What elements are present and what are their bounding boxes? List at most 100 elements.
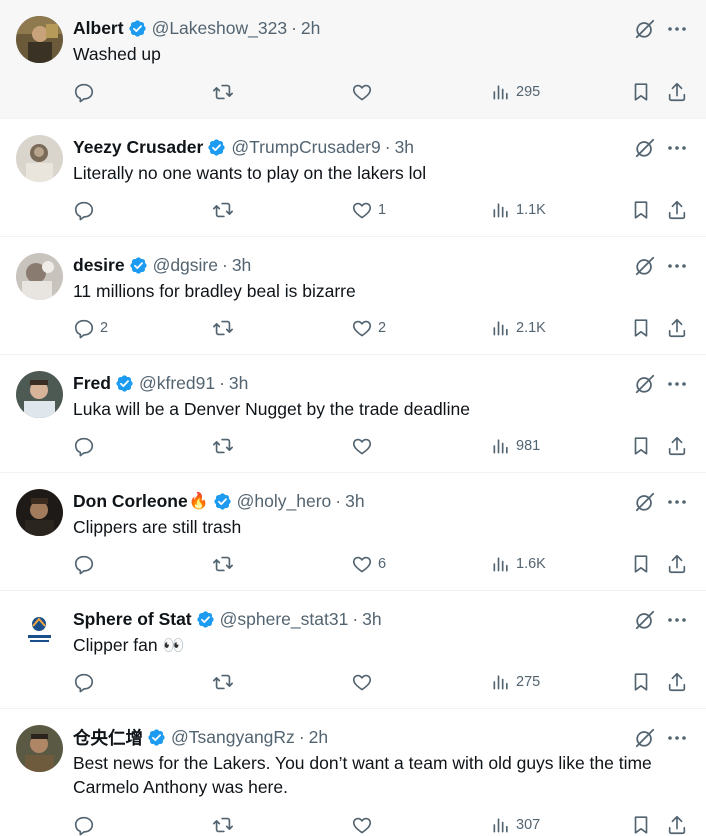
retweet-button[interactable] xyxy=(212,316,239,340)
display-name[interactable]: Albert xyxy=(73,18,124,39)
retweet-button[interactable] xyxy=(212,434,239,458)
like-button[interactable] xyxy=(351,80,378,104)
display-name[interactable]: 仓央仁增 xyxy=(73,725,143,750)
like-button[interactable] xyxy=(351,813,378,836)
tweet[interactable]: desire @dgsire · 3h 11 millions for brad… xyxy=(0,237,706,355)
reply-button[interactable] xyxy=(73,670,100,694)
avatar-image xyxy=(16,253,63,300)
views-button[interactable]: 1.1K xyxy=(491,198,546,222)
verified-badge-icon xyxy=(116,374,133,392)
timestamp[interactable]: 3h xyxy=(395,137,414,158)
avatar[interactable] xyxy=(16,253,63,300)
timestamp[interactable]: 2h xyxy=(309,727,328,748)
handle[interactable]: @sphere_stat31 xyxy=(220,609,349,630)
reply-button[interactable] xyxy=(73,198,100,222)
display-name[interactable]: desire xyxy=(73,255,125,276)
avatar[interactable] xyxy=(16,725,63,772)
views-button[interactable]: 295 xyxy=(491,80,540,104)
handle[interactable]: @kfred91 xyxy=(139,373,215,394)
grok-icon[interactable] xyxy=(634,609,656,631)
views-button[interactable]: 1.6K xyxy=(491,552,546,576)
timestamp[interactable]: 3h xyxy=(232,255,251,276)
bookmark-button[interactable] xyxy=(630,670,652,694)
handle[interactable]: @TrumpCrusader9 xyxy=(231,137,380,158)
share-button[interactable] xyxy=(666,813,688,836)
more-icon[interactable] xyxy=(665,17,689,41)
reply-button[interactable]: 2 xyxy=(73,316,108,340)
timestamp[interactable]: 3h xyxy=(362,609,381,630)
reply-button[interactable] xyxy=(73,80,100,104)
handle[interactable]: @dgsire xyxy=(153,255,218,276)
bookmark-button[interactable] xyxy=(630,434,652,458)
view-count: 2.1K xyxy=(516,320,546,336)
timestamp[interactable]: 3h xyxy=(229,373,248,394)
retweet-button[interactable] xyxy=(212,80,239,104)
grok-icon[interactable] xyxy=(634,373,656,395)
share-button[interactable] xyxy=(666,434,688,458)
retweet-button[interactable] xyxy=(212,552,239,576)
display-name[interactable]: Yeezy Crusader xyxy=(73,137,203,158)
bookmark-icon xyxy=(634,816,648,834)
timestamp[interactable]: 2h xyxy=(301,18,320,39)
more-icon[interactable] xyxy=(665,136,689,160)
tweet-text: Best news for the Lakers. You don’t want… xyxy=(73,753,652,797)
grok-icon[interactable] xyxy=(634,18,656,40)
reply-button[interactable] xyxy=(73,813,100,836)
tweet[interactable]: Sphere of Stat @sphere_stat31 · 3h Clipp… xyxy=(0,591,706,709)
grok-icon[interactable] xyxy=(634,727,656,749)
bookmark-button[interactable] xyxy=(630,813,652,836)
bookmark-button[interactable] xyxy=(630,316,652,340)
avatar[interactable] xyxy=(16,489,63,536)
handle[interactable]: @Lakeshow_323 xyxy=(152,18,288,39)
like-icon xyxy=(352,674,372,691)
bookmark-button[interactable] xyxy=(630,198,652,222)
share-button[interactable] xyxy=(666,316,688,340)
more-icon[interactable] xyxy=(665,372,689,396)
like-button[interactable]: 1 xyxy=(351,198,386,222)
avatar[interactable] xyxy=(16,371,63,418)
views-button[interactable]: 275 xyxy=(491,670,540,694)
retweet-button[interactable] xyxy=(212,813,239,836)
views-button[interactable]: 2.1K xyxy=(491,316,546,340)
grok-icon[interactable] xyxy=(634,491,656,513)
grok-icon[interactable] xyxy=(634,137,656,159)
avatar[interactable] xyxy=(16,135,63,182)
share-icon xyxy=(668,436,686,456)
tweet[interactable]: Fred @kfred91 · 3h Luka will be a Denver… xyxy=(0,355,706,473)
tweet[interactable]: Don Corleone 🔥 @holy_hero · 3h Clippers … xyxy=(0,473,706,591)
share-button[interactable] xyxy=(666,552,688,576)
tweet[interactable]: Albert @Lakeshow_323 · 2h Washed up 295 xyxy=(0,0,706,119)
grok-icon[interactable] xyxy=(634,255,656,277)
views-button[interactable]: 307 xyxy=(491,813,540,836)
more-icon[interactable] xyxy=(665,254,689,278)
avatar[interactable] xyxy=(16,607,63,654)
tweet[interactable]: Yeezy Crusader @TrumpCrusader9 · 3h Lite… xyxy=(0,119,706,237)
display-name[interactable]: Sphere of Stat xyxy=(73,609,192,630)
handle[interactable]: @holy_hero xyxy=(237,491,332,512)
reply-button[interactable] xyxy=(73,434,100,458)
like-button[interactable] xyxy=(351,670,378,694)
display-name[interactable]: Fred xyxy=(73,373,111,394)
verified-badge-icon xyxy=(128,19,146,37)
retweet-button[interactable] xyxy=(212,198,239,222)
reply-button[interactable] xyxy=(73,552,100,576)
like-button[interactable] xyxy=(351,434,378,458)
bookmark-button[interactable] xyxy=(630,552,652,576)
more-icon[interactable] xyxy=(665,608,689,632)
handle[interactable]: @TsangyangRz xyxy=(171,727,295,748)
views-button[interactable]: 981 xyxy=(491,434,540,458)
share-button[interactable] xyxy=(666,670,688,694)
tweet[interactable]: 仓央仁增 @TsangyangRz · 2h Best news for the… xyxy=(0,709,706,836)
more-icon[interactable] xyxy=(665,726,689,750)
more-icon[interactable] xyxy=(665,490,689,514)
share-button[interactable] xyxy=(666,80,688,104)
bookmark-button[interactable] xyxy=(630,80,652,104)
share-button[interactable] xyxy=(666,198,688,222)
timestamp[interactable]: 3h xyxy=(345,491,364,512)
like-button[interactable]: 6 xyxy=(351,552,386,576)
avatar[interactable] xyxy=(16,16,63,63)
retweet-button[interactable] xyxy=(212,670,239,694)
like-button[interactable]: 2 xyxy=(351,316,386,340)
display-name[interactable]: Don Corleone xyxy=(73,491,188,512)
action-bar: 1 1.1K xyxy=(73,198,693,222)
